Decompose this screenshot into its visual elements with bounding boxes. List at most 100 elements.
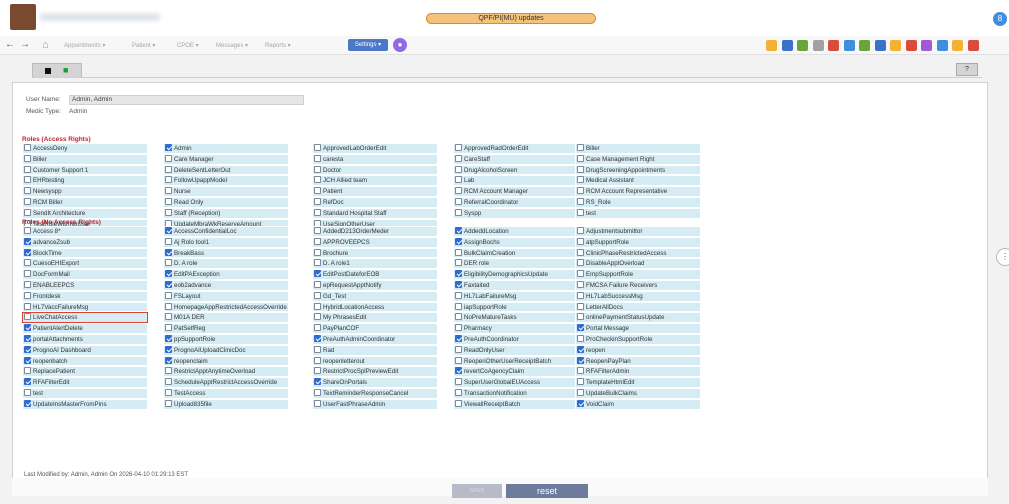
role-checkbox-item[interactable]: TemplateHtmlEdit	[575, 377, 701, 388]
role-checkbox-item[interactable]: HomepageAppRestrictedAccessOverride	[163, 301, 289, 313]
toolbar-shortcut-icon[interactable]	[952, 40, 963, 51]
role-checkbox-item[interactable]: Medical Assistant	[575, 175, 701, 187]
checkbox-checked-icon[interactable]	[314, 378, 321, 386]
checkbox-unchecked-icon[interactable]	[165, 302, 172, 310]
toolbar-shortcut-icon[interactable]	[874, 40, 886, 51]
role-checkbox-item[interactable]: UserFastPhraseAdmin	[312, 398, 438, 410]
role-checkbox-item[interactable]: EmpSupportRole	[575, 269, 701, 280]
role-checkbox-item[interactable]: ApprovedRadOrderEdit	[453, 143, 579, 154]
role-checkbox-item[interactable]: RS_Role	[575, 197, 701, 208]
role-checkbox-item[interactable]: Nurse	[163, 186, 289, 197]
side-panel-handle-icon[interactable]: ⋮	[996, 248, 1009, 266]
checkbox-checked-icon[interactable]	[165, 144, 172, 151]
menu-reports[interactable]: Reports ▾	[265, 42, 291, 49]
role-checkbox-item[interactable]: reopenclaim	[163, 355, 289, 367]
checkbox-unchecked-icon[interactable]	[165, 237, 172, 245]
role-checkbox-item[interactable]: ApprovedLabOrderEdit	[312, 143, 438, 154]
checkbox-unchecked-icon[interactable]	[314, 302, 321, 310]
checkbox-unchecked-icon[interactable]	[455, 389, 462, 396]
checkbox-unchecked-icon[interactable]	[314, 176, 321, 184]
role-checkbox-item[interactable]: FMCSA Failure Receivers	[575, 280, 701, 291]
checkbox-unchecked-icon[interactable]	[165, 187, 172, 195]
role-checkbox-item[interactable]: ENABLEEPCS	[22, 280, 148, 291]
role-checkbox-item[interactable]: Patient	[312, 186, 438, 197]
role-checkbox-item[interactable]: BulkClaimCreation	[453, 247, 579, 259]
checkbox-checked-icon[interactable]	[455, 281, 462, 288]
binoculars-icon[interactable]: ■	[63, 65, 68, 76]
checkbox-unchecked-icon[interactable]	[165, 399, 172, 407]
chat-icon[interactable]: ●	[393, 38, 407, 52]
checkbox-unchecked-icon[interactable]	[577, 378, 584, 386]
checkbox-unchecked-icon[interactable]	[165, 378, 172, 386]
role-checkbox-item[interactable]: Care Manager	[163, 153, 289, 165]
role-checkbox-item[interactable]: HL7LabFailureMsg	[453, 290, 579, 302]
checkbox-unchecked-icon[interactable]	[24, 227, 31, 234]
checkbox-unchecked-icon[interactable]	[577, 248, 584, 256]
role-checkbox-item[interactable]: AccessConfidentialLoc	[163, 226, 289, 237]
role-checkbox-item[interactable]: revertCoAgencyClaim	[453, 366, 579, 378]
role-checkbox-item[interactable]: Biller	[22, 153, 148, 165]
checkbox-unchecked-icon[interactable]	[165, 324, 172, 332]
help-button[interactable]: ?	[956, 63, 978, 76]
role-checkbox-item[interactable]: ReopenPayPlan	[575, 355, 701, 367]
checkbox-checked-icon[interactable]	[24, 356, 31, 364]
role-checkbox-item[interactable]: FSLayout	[163, 290, 289, 302]
toolbar-shortcut-icon[interactable]	[967, 40, 979, 51]
checkbox-unchecked-icon[interactable]	[165, 259, 172, 267]
toolbar-shortcut-icon[interactable]	[766, 40, 777, 51]
checkbox-unchecked-icon[interactable]	[24, 176, 31, 184]
toolbar-shortcut-icon[interactable]	[843, 40, 855, 51]
role-checkbox-item[interactable]: Case Management Right	[575, 153, 701, 165]
role-checkbox-item[interactable]: test	[22, 388, 148, 399]
role-checkbox-item[interactable]: EditPostDateforEOB	[312, 269, 438, 280]
role-checkbox-item[interactable]: Staff (Reception)	[163, 207, 289, 219]
checkbox-checked-icon[interactable]	[24, 378, 31, 386]
role-checkbox-item[interactable]: Brochure	[312, 247, 438, 259]
checkbox-checked-icon[interactable]	[577, 356, 584, 364]
role-checkbox-item[interactable]: BlockTime	[22, 247, 148, 259]
checkbox-checked-icon[interactable]	[577, 324, 584, 332]
checkbox-unchecked-icon[interactable]	[455, 187, 462, 195]
checkbox-unchecked-icon[interactable]	[314, 291, 321, 299]
role-checkbox-item[interactable]: LetterAllDocs	[575, 301, 701, 313]
role-checkbox-item[interactable]: Lab	[453, 175, 579, 187]
save-button[interactable]: save	[452, 484, 502, 498]
role-checkbox-item[interactable]: ShareOnPortals	[312, 377, 438, 388]
checkbox-unchecked-icon[interactable]	[24, 259, 31, 267]
checkbox-checked-icon[interactable]	[455, 227, 462, 234]
checkbox-unchecked-icon[interactable]	[24, 144, 31, 151]
role-checkbox-item[interactable]: PatientAlertDelete	[22, 323, 148, 334]
role-checkbox-item[interactable]: D. A role1	[312, 258, 438, 270]
checkbox-checked-icon[interactable]	[24, 335, 31, 342]
role-checkbox-item[interactable]: Doctor	[312, 164, 438, 176]
checkbox-unchecked-icon[interactable]	[455, 302, 462, 310]
checkbox-unchecked-icon[interactable]	[314, 345, 321, 353]
checkbox-unchecked-icon[interactable]	[24, 187, 31, 195]
role-checkbox-item[interactable]: DeleteSentLetterOut	[163, 164, 289, 176]
role-checkbox-item[interactable]: TextReminderResponseCancel	[312, 388, 438, 399]
checkbox-unchecked-icon[interactable]	[314, 187, 321, 195]
toolbar-shortcut-icon[interactable]	[797, 40, 808, 51]
toolbar-shortcut-icon[interactable]	[781, 40, 793, 51]
role-checkbox-item[interactable]: reopenletterout	[312, 355, 438, 367]
role-checkbox-item[interactable]: ClinicPhaseRestrictedAccess	[575, 247, 701, 259]
role-checkbox-item[interactable]: portalAttachments	[22, 334, 148, 345]
announcement-banner[interactable]: QPF/PI(MU) updates	[426, 13, 596, 24]
checkbox-checked-icon[interactable]	[455, 335, 462, 342]
checkbox-unchecked-icon[interactable]	[314, 227, 321, 234]
role-checkbox-item[interactable]: HybridLocationAccess	[312, 301, 438, 313]
role-checkbox-item[interactable]: My PhrasesEdit	[312, 312, 438, 324]
toolbar-shortcut-icon[interactable]	[890, 40, 901, 51]
role-checkbox-item[interactable]: DisableApptOverload	[575, 258, 701, 270]
role-checkbox-item[interactable]: ppSupportRole	[163, 334, 289, 345]
checkbox-checked-icon[interactable]	[577, 399, 584, 407]
checkbox-unchecked-icon[interactable]	[455, 144, 462, 151]
checkbox-unchecked-icon[interactable]	[24, 291, 31, 299]
role-checkbox-item[interactable]: RefDoc	[312, 197, 438, 208]
role-checkbox-item[interactable]: SendIt Architecture	[22, 207, 148, 219]
checkbox-checked-icon[interactable]	[455, 270, 462, 278]
role-checkbox-item[interactable]: Syspp	[453, 207, 579, 219]
checkbox-unchecked-icon[interactable]	[455, 324, 462, 332]
checkbox-unchecked-icon[interactable]	[577, 227, 584, 234]
checkbox-unchecked-icon[interactable]	[24, 367, 31, 375]
